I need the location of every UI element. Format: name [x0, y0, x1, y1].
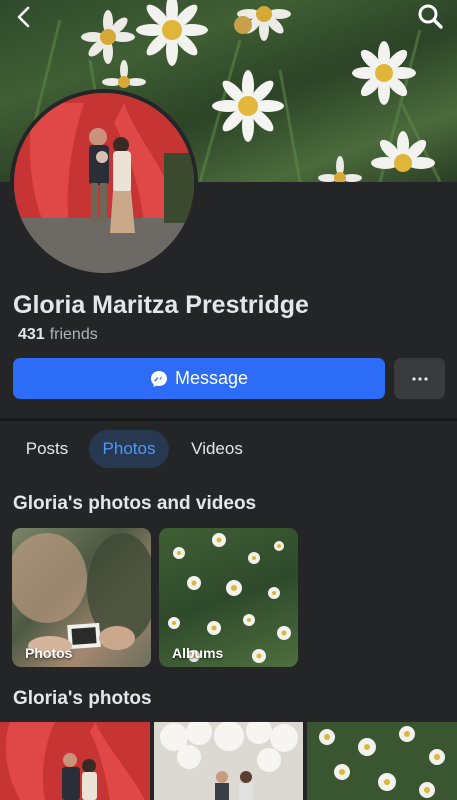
- friends-count-label: friends: [49, 326, 98, 343]
- tab-photos[interactable]: Photos: [89, 430, 169, 468]
- friends-count-number: 431: [18, 326, 45, 343]
- more-horizontal-icon: [411, 376, 428, 381]
- message-button-label: Message: [174, 368, 249, 388]
- chevron-left-icon: [17, 6, 30, 28]
- photo-thumbnail[interactable]: [0, 722, 150, 800]
- profile-name: Gloria Maritza Prestridge: [13, 291, 309, 319]
- album-albums-label: Albums: [172, 645, 224, 661]
- section-divider: [0, 418, 457, 421]
- album-photos-label: Photos: [25, 645, 73, 661]
- photos-and-videos-title: Gloria's photos and videos: [13, 493, 257, 514]
- search-button[interactable]: [415, 2, 445, 32]
- photos-title: Gloria's photos: [13, 688, 152, 709]
- back-button[interactable]: [10, 4, 40, 30]
- photo-thumbnail[interactable]: [307, 722, 457, 800]
- search-icon: [418, 4, 443, 29]
- friends-count[interactable]: 431 friends: [18, 326, 98, 344]
- more-options-button[interactable]: [394, 358, 445, 399]
- message-button[interactable]: Message: [13, 358, 385, 399]
- tab-posts[interactable]: Posts: [13, 430, 81, 468]
- tab-videos[interactable]: Videos: [180, 430, 254, 468]
- album-albums[interactable]: Albums: [159, 528, 298, 667]
- album-photos[interactable]: Photos: [12, 528, 151, 667]
- photo-thumbnail[interactable]: [154, 722, 303, 800]
- profile-avatar[interactable]: [10, 89, 198, 277]
- messenger-icon: [150, 370, 167, 387]
